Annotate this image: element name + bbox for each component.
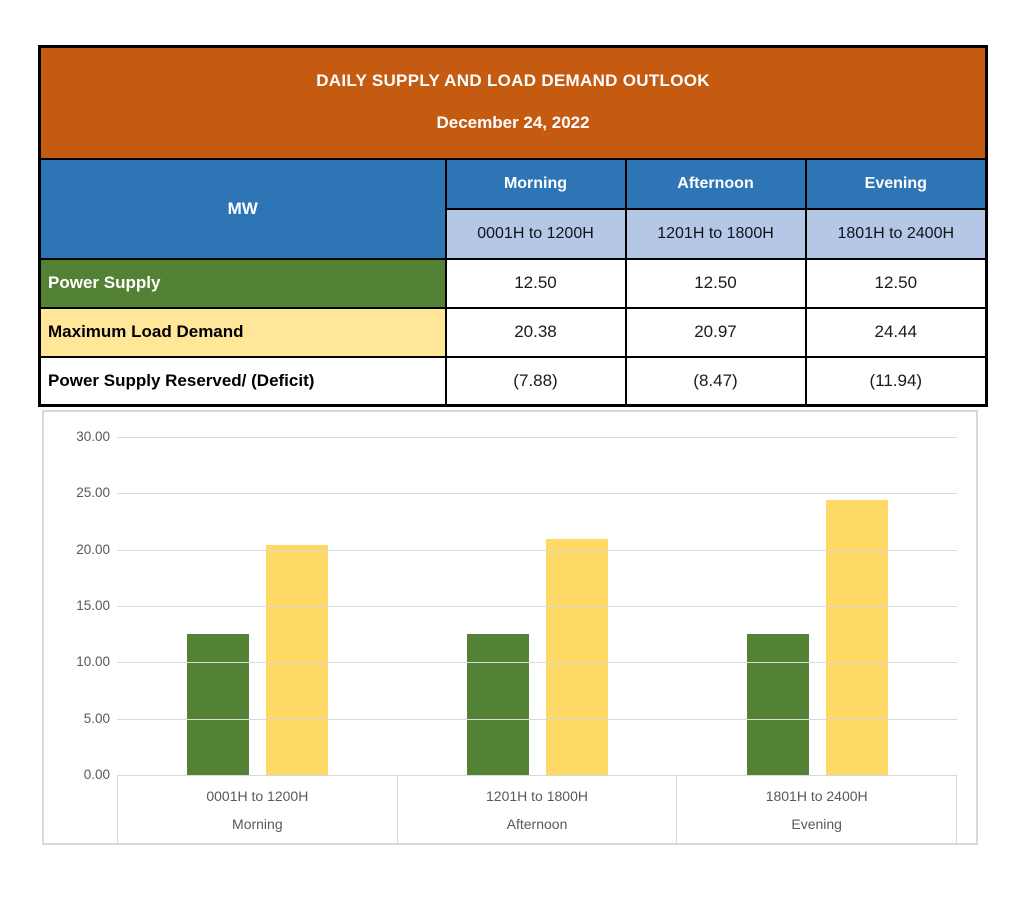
x-axis-hours-label: 1801H to 2400H [766, 788, 868, 804]
reserve-afternoon-value: (8.47) [626, 357, 806, 406]
x-axis-hours-label: 0001H to 1200H [206, 788, 308, 804]
bar-power-supply [467, 634, 529, 775]
gridline [117, 550, 957, 551]
y-axis-tick-label: 0.00 [52, 767, 110, 783]
reserve-morning-value: (7.88) [446, 357, 626, 406]
x-axis-label-cell: 1801H to 2400H Evening [676, 776, 956, 844]
gridline [117, 493, 957, 494]
reserve-evening-value: (11.94) [806, 357, 987, 406]
x-axis-period-label: Morning [232, 816, 283, 832]
bar-maximum-load-demand [546, 539, 608, 775]
row-label-reserve-deficit: Power Supply Reserved/ (Deficit) [40, 357, 446, 406]
y-axis-tick-label: 5.00 [52, 711, 110, 727]
y-axis-tick-label: 25.00 [52, 485, 110, 501]
bar-maximum-load-demand [826, 500, 888, 775]
unit-header-cell: MW [40, 159, 446, 259]
bar-power-supply [187, 634, 249, 775]
max-load-evening-value: 24.44 [806, 308, 987, 357]
report-title: DAILY SUPPLY AND LOAD DEMAND OUTLOOK [41, 71, 985, 91]
bar-chart: 0001H to 1200H Morning 1201H to 1800H After… [42, 410, 978, 845]
hours-header-evening: 1801H to 2400H [806, 209, 987, 259]
gridline [117, 437, 957, 438]
table-row: Power Supply 12.50 12.50 12.50 [40, 259, 987, 308]
report-date: December 24, 2022 [41, 113, 985, 133]
table-row: Maximum Load Demand 20.38 20.97 24.44 [40, 308, 987, 357]
row-label-max-load-demand: Maximum Load Demand [40, 308, 446, 357]
max-load-afternoon-value: 20.97 [626, 308, 806, 357]
x-axis-label-cell: 0001H to 1200H Morning [118, 776, 397, 844]
y-axis-tick-label: 15.00 [52, 598, 110, 614]
hours-header-morning: 0001H to 1200H [446, 209, 626, 259]
power-supply-morning-value: 12.50 [446, 259, 626, 308]
table-header: DAILY SUPPLY AND LOAD DEMAND OUTLOOK Dec… [40, 47, 987, 159]
x-axis-period-label: Evening [791, 816, 842, 832]
row-label-power-supply: Power Supply [40, 259, 446, 308]
column-header-morning: Morning [446, 159, 626, 209]
bar-power-supply [747, 634, 809, 775]
hours-header-afternoon: 1201H to 1800H [626, 209, 806, 259]
max-load-morning-value: 20.38 [446, 308, 626, 357]
x-axis-label-box: 0001H to 1200H Morning 1201H to 1800H After… [117, 775, 957, 845]
power-supply-afternoon-value: 12.50 [626, 259, 806, 308]
x-axis-period-label: Afternoon [507, 816, 568, 832]
y-axis-tick-label: 20.00 [52, 542, 110, 558]
gridline [117, 719, 957, 720]
gridline [117, 662, 957, 663]
column-header-evening: Evening [806, 159, 987, 209]
column-header-afternoon: Afternoon [626, 159, 806, 209]
plot-area [117, 437, 957, 775]
x-axis-hours-label: 1201H to 1800H [486, 788, 588, 804]
page: DAILY SUPPLY AND LOAD DEMAND OUTLOOK Dec… [0, 0, 1024, 904]
table-row: Power Supply Reserved/ (Deficit) (7.88) … [40, 357, 987, 406]
y-axis-tick-label: 10.00 [52, 654, 110, 670]
gridline [117, 606, 957, 607]
power-supply-evening-value: 12.50 [806, 259, 987, 308]
bar-maximum-load-demand [266, 545, 328, 775]
y-axis-tick-label: 30.00 [52, 429, 110, 445]
x-axis-label-cell: 1201H to 1800H Afternoon [397, 776, 677, 844]
supply-demand-table: DAILY SUPPLY AND LOAD DEMAND OUTLOOK Dec… [38, 45, 988, 407]
